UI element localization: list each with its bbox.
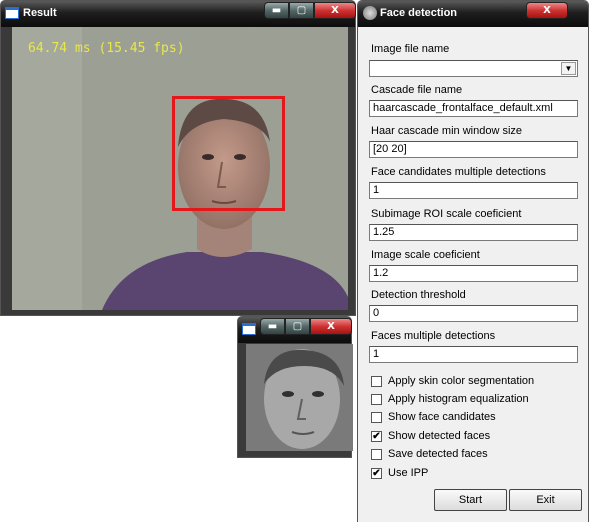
face-detection-panel: Image file name ▼ Cascade file name haar… [358, 27, 588, 522]
fps-readout: 64.74 ms (15.45 fps) [28, 41, 185, 56]
start-button[interactable]: Start [434, 489, 507, 511]
faces-label: Faces multiple detections [371, 330, 496, 342]
checkbox-box[interactable] [371, 375, 382, 387]
face-thumbnail [246, 344, 353, 451]
threshold-input[interactable]: 0 [369, 305, 578, 322]
show-detected-checkbox[interactable]: ✔ Show detected faces [371, 430, 490, 442]
close-button[interactable]: X [310, 318, 352, 335]
chevron-down-icon[interactable]: ▼ [561, 62, 576, 75]
face-thumbnail-image [246, 344, 353, 451]
min-window-input[interactable]: [20 20] [369, 141, 578, 158]
histogram-equalization-checkbox[interactable]: Apply histogram equalization [371, 393, 529, 405]
show-candidates-checkbox[interactable]: Show face candidates [371, 411, 496, 423]
checkbox-label: Save detected faces [388, 448, 488, 460]
candidates-label: Face candidates multiple detections [371, 166, 546, 178]
cascade-label: Cascade file name [371, 84, 463, 96]
checkbox-label: Use IPP [388, 467, 429, 479]
candidates-input[interactable]: 1 [369, 182, 578, 199]
maximize-button[interactable]: ▢ [289, 2, 314, 19]
window-icon [5, 7, 19, 19]
app-icon [363, 6, 377, 20]
thumbnail-titlebar[interactable]: ▬ ▢ X [238, 317, 352, 343]
maximize-button[interactable]: ▢ [285, 318, 310, 335]
thumbnail-window: ▬ ▢ X [237, 316, 353, 458]
result-window: Result ▬ ▢ X 64.74 ms (15.45 fps) [0, 0, 356, 316]
result-titlebar[interactable]: Result ▬ ▢ X [1, 1, 356, 27]
checkbox-label: Show face candidates [388, 411, 496, 423]
face-detection-title: Face detection [380, 7, 458, 19]
skin-segmentation-checkbox[interactable]: Apply skin color segmentation [371, 375, 534, 387]
face-detection-box [172, 96, 285, 211]
image-file-label: Image file name [371, 43, 450, 55]
camera-frame: 64.74 ms (15.45 fps) [12, 27, 348, 310]
threshold-label: Detection threshold [371, 289, 466, 301]
roi-label: Subimage ROI scale coeficient [371, 208, 522, 220]
roi-input[interactable]: 1.25 [369, 224, 578, 241]
checkbox-label: Apply histogram equalization [388, 393, 529, 405]
image-file-combo[interactable]: ▼ [369, 60, 578, 77]
close-button[interactable]: X [314, 2, 356, 19]
save-detected-checkbox[interactable]: Save detected faces [371, 448, 488, 460]
scale-label: Image scale coeficient [371, 249, 480, 261]
checkbox-box[interactable]: ✔ [371, 467, 382, 479]
min-window-label: Haar cascade min window size [371, 125, 523, 137]
checkbox-label: Show detected faces [388, 430, 491, 442]
exit-button[interactable]: Exit [509, 489, 582, 511]
checkbox-label: Apply skin color segmentation [388, 375, 535, 387]
checkbox-box[interactable] [371, 393, 382, 405]
checkbox-box[interactable]: ✔ [371, 430, 382, 442]
minimize-button[interactable]: ▬ [264, 2, 289, 19]
face-detection-titlebar[interactable]: Face detection X [358, 1, 588, 27]
result-title: Result [23, 7, 57, 19]
cascade-input[interactable]: haarcascade_frontalface_default.xml [369, 100, 578, 117]
window-icon [242, 323, 256, 335]
scale-input[interactable]: 1.2 [369, 265, 578, 282]
close-button[interactable]: X [526, 2, 568, 19]
checkbox-box[interactable] [371, 411, 382, 423]
minimize-button[interactable]: ▬ [260, 318, 285, 335]
faces-input[interactable]: 1 [369, 346, 578, 363]
use-ipp-checkbox[interactable]: ✔ Use IPP [371, 467, 428, 479]
checkbox-box[interactable] [371, 448, 382, 460]
